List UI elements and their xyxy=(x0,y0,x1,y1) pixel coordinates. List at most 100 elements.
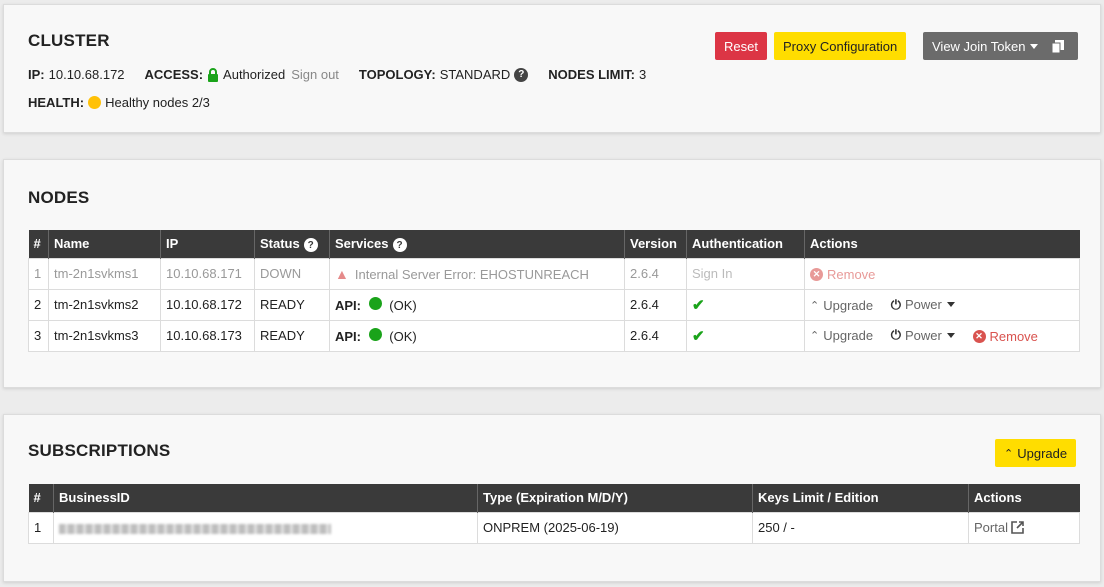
remove-button[interactable]: ✕ Remove xyxy=(810,267,875,282)
node-status: READY xyxy=(254,288,330,321)
node-actions: ✕ Remove xyxy=(804,257,1080,290)
cluster-info-row: IP: 10.10.68.172 ACCESS: Authorized Sign… xyxy=(28,67,646,82)
remove-icon: ✕ xyxy=(810,268,823,281)
node-ip: 10.10.68.172 xyxy=(160,288,255,321)
node-ip: 10.10.68.173 xyxy=(160,319,255,352)
chevron-down-icon xyxy=(1030,43,1039,49)
node-actions: ⌃ Upgrade ⏻ Power xyxy=(804,288,1080,321)
header-num: # xyxy=(28,484,54,512)
access-label: ACCESS: xyxy=(144,67,204,82)
question-icon[interactable]: ? xyxy=(392,238,407,252)
node-ip: 10.10.68.171 xyxy=(160,257,255,290)
redacted-business-id xyxy=(59,523,331,534)
view-join-token-label: View Join Token xyxy=(932,38,1026,54)
chevron-down-icon xyxy=(946,302,955,307)
business-id xyxy=(53,511,478,544)
health-label: HEALTH: xyxy=(28,95,85,110)
subscription-upgrade-label: Upgrade xyxy=(1017,445,1068,461)
row-num: 1 xyxy=(28,257,49,290)
nodes-limit-label: NODES LIMIT: xyxy=(548,67,635,82)
reset-button[interactable]: Reset xyxy=(715,32,767,60)
table-row: 1 tm-2n1svkms1 10.10.68.171 DOWN ▲ Intern… xyxy=(28,257,1080,290)
subscription-actions: Portal xyxy=(968,511,1080,544)
access-value: Authorized xyxy=(223,67,286,82)
sign-in-link[interactable]: Sign In xyxy=(686,257,805,290)
nodes-limit-value: 3 xyxy=(638,67,647,82)
lock-icon xyxy=(207,67,219,82)
copy-icon[interactable] xyxy=(1052,39,1065,53)
row-num: 1 xyxy=(28,511,54,544)
node-status: DOWN xyxy=(254,257,330,290)
header-name: Name xyxy=(48,230,161,258)
header-status-label: Status xyxy=(260,235,300,251)
question-icon[interactable]: ? xyxy=(514,67,529,82)
header-services: Services? xyxy=(329,230,625,258)
node-name: tm-2n1svkms1 xyxy=(48,257,161,290)
header-version: Version xyxy=(624,230,687,258)
warning-icon: ▲ xyxy=(335,265,349,282)
power-label: Power xyxy=(905,297,942,312)
remove-label: Remove xyxy=(989,329,1038,344)
header-ip: IP xyxy=(160,230,255,258)
table-row: 1 ONPREM (2025-06-19) 250 / - Portal xyxy=(28,511,1080,544)
topology-value: STANDARD xyxy=(439,67,511,82)
node-name: tm-2n1svkms3 xyxy=(48,319,161,352)
header-authentication: Authentication xyxy=(686,230,805,258)
subscriptions-table: # BusinessID Type (Expiration M/D/Y) Key… xyxy=(28,484,1080,544)
node-version: 2.6.4 xyxy=(624,288,687,321)
service-error: Internal Server Error: EHOSTUNREACH xyxy=(354,266,589,282)
proxy-configuration-button[interactable]: Proxy Configuration xyxy=(774,32,907,60)
power-icon: ⏻ xyxy=(890,296,902,312)
health-status-icon xyxy=(88,96,102,109)
check-icon: ✔ xyxy=(692,296,705,314)
power-dropdown[interactable]: ⏻ Power xyxy=(891,297,955,313)
nodes-table-header: # Name IP Status? Services? Version Auth… xyxy=(28,230,1080,258)
table-row: 3 tm-2n1svkms3 10.10.68.173 READY API: (… xyxy=(28,319,1080,352)
subscriptions-title: SUBSCRIPTIONS xyxy=(28,441,171,460)
header-type: Type (Expiration M/D/Y) xyxy=(477,484,753,512)
header-num: # xyxy=(28,230,49,258)
node-version: 2.6.4 xyxy=(624,257,687,290)
header-services-label: Services xyxy=(335,235,389,251)
power-dropdown[interactable]: ⏻ Power xyxy=(891,327,955,343)
check-icon: ✔ xyxy=(692,327,705,345)
api-status-icon xyxy=(368,327,382,341)
view-join-token-button[interactable]: View Join Token xyxy=(923,32,1078,60)
sign-out-link[interactable]: Sign out xyxy=(291,67,339,82)
api-label: API: xyxy=(335,328,361,344)
api-status-icon xyxy=(368,296,382,310)
nodes-title: NODES xyxy=(28,188,90,207)
header-status: Status? xyxy=(254,230,330,258)
power-icon: ⏻ xyxy=(890,327,902,342)
header-business-id: BusinessID xyxy=(53,484,478,512)
node-status: READY xyxy=(254,319,330,352)
node-services: API: (OK) xyxy=(329,288,625,321)
node-services: ▲ Internal Server Error: EHOSTUNREACH xyxy=(329,257,625,290)
api-label: API: xyxy=(335,297,361,313)
topology-label: TOPOLOGY: xyxy=(358,67,436,82)
subscriptions-card: SUBSCRIPTIONS ⌃ Upgrade # BusinessID Typ… xyxy=(3,414,1101,582)
question-icon[interactable]: ? xyxy=(303,238,318,252)
upgrade-label: Upgrade xyxy=(823,297,874,313)
double-chevron-up-icon: ⌃ xyxy=(810,299,820,312)
subscription-type: ONPREM (2025-06-19) xyxy=(477,511,753,544)
ip-value: 10.10.68.172 xyxy=(48,67,125,82)
header-actions: Actions xyxy=(968,484,1080,512)
subscription-upgrade-button[interactable]: ⌃ Upgrade xyxy=(995,439,1077,467)
row-num: 2 xyxy=(28,288,49,321)
upgrade-button[interactable]: ⌃ Upgrade xyxy=(810,328,873,343)
double-chevron-up-icon: ⌃ xyxy=(1004,447,1014,460)
nodes-table: # Name IP Status? Services? Version Auth… xyxy=(28,230,1080,352)
power-label: Power xyxy=(905,327,942,343)
node-services: API: (OK) xyxy=(329,319,625,352)
api-status: (OK) xyxy=(389,297,417,313)
remove-button[interactable]: ✕ Remove xyxy=(972,329,1038,344)
node-auth: ✔ xyxy=(686,288,805,321)
health-row: HEALTH: Healthy nodes 2/3 xyxy=(28,95,210,110)
portal-link[interactable]: Portal xyxy=(974,520,1024,535)
upgrade-button[interactable]: ⌃ Upgrade xyxy=(810,298,873,313)
node-version: 2.6.4 xyxy=(624,319,687,352)
double-chevron-up-icon: ⌃ xyxy=(810,330,820,342)
remove-label: Remove xyxy=(827,267,876,282)
cluster-card: CLUSTER Reset Proxy Configuration View J… xyxy=(3,4,1101,133)
